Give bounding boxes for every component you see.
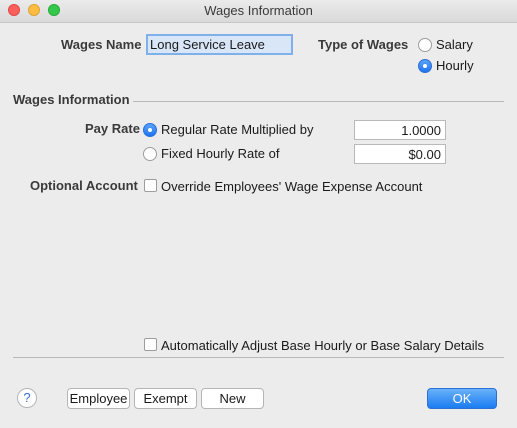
fixed-hourly-rate-radio[interactable] — [143, 147, 157, 161]
wages-information-window: Wages Information Wages Name Type of Wag… — [0, 0, 517, 428]
hourly-radio[interactable] — [418, 59, 432, 73]
salary-radio-label[interactable]: Salary — [436, 37, 473, 52]
employee-button[interactable]: Employee — [67, 388, 130, 409]
section-divider — [133, 101, 504, 102]
help-button[interactable]: ? — [17, 388, 37, 408]
exempt-button[interactable]: Exempt — [134, 388, 197, 409]
wages-name-label: Wages Name — [61, 37, 142, 52]
type-of-wages-label: Type of Wages — [318, 37, 409, 52]
regular-rate-radio[interactable] — [143, 123, 157, 137]
title-bar: Wages Information — [0, 0, 517, 23]
optional-account-label: Optional Account — [30, 178, 138, 193]
window-title: Wages Information — [204, 3, 313, 18]
override-wage-expense-checkbox[interactable] — [144, 179, 157, 192]
auto-adjust-checkbox[interactable] — [144, 338, 157, 351]
salary-radio[interactable] — [418, 38, 432, 52]
auto-adjust-label[interactable]: Automatically Adjust Base Hourly or Base… — [161, 338, 484, 353]
ok-button[interactable]: OK — [427, 388, 497, 409]
pay-rate-label: Pay Rate — [85, 121, 140, 136]
new-button[interactable]: New — [201, 388, 264, 409]
regular-rate-multiplier-field[interactable] — [354, 120, 446, 140]
wages-information-section-label: Wages Information — [13, 92, 130, 107]
wages-name-field[interactable] — [146, 34, 293, 55]
hourly-radio-label[interactable]: Hourly — [436, 58, 474, 73]
footer-divider — [13, 357, 504, 358]
override-wage-expense-label[interactable]: Override Employees' Wage Expense Account — [161, 179, 422, 194]
fixed-hourly-rate-field[interactable] — [354, 144, 446, 164]
fixed-hourly-rate-label[interactable]: Fixed Hourly Rate of — [161, 146, 280, 161]
regular-rate-label[interactable]: Regular Rate Multiplied by — [161, 122, 313, 137]
